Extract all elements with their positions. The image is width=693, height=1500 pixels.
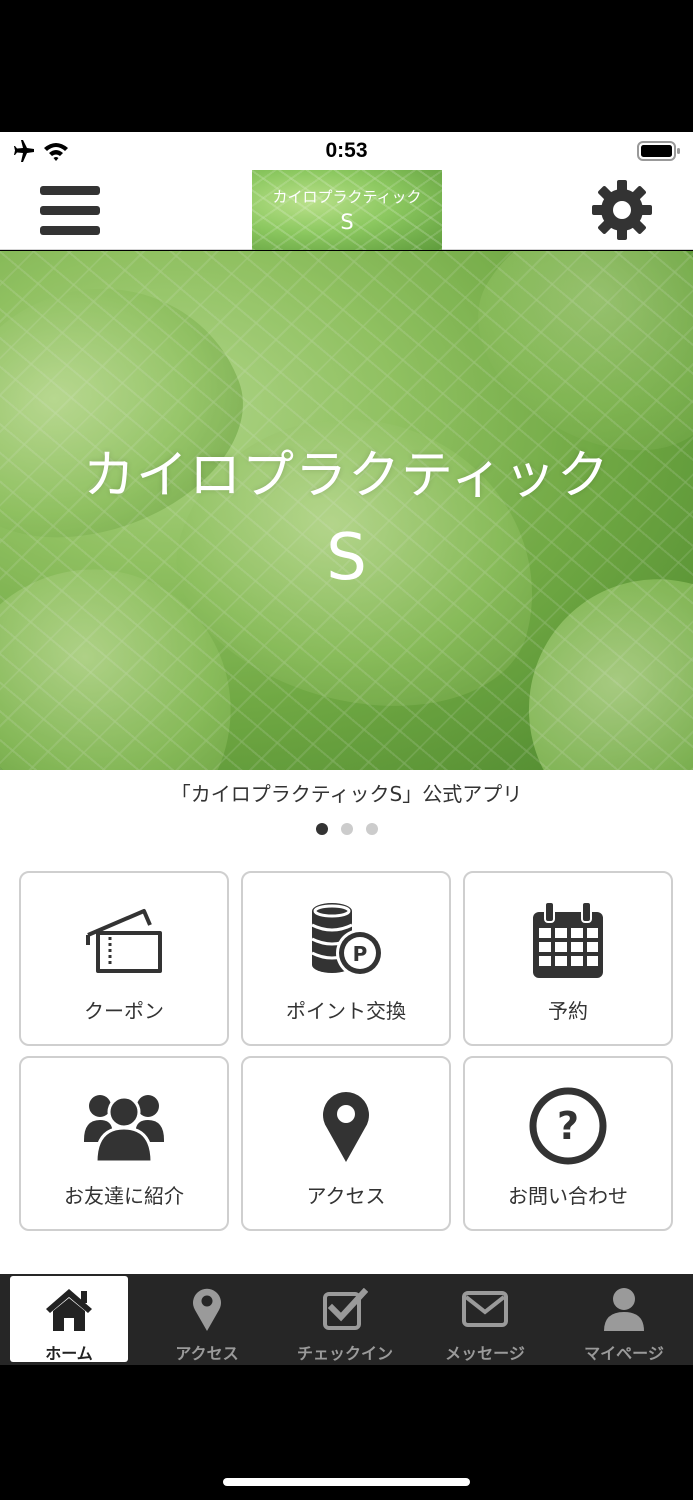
tile-coupon[interactable]: クーポン <box>19 871 229 1046</box>
header-logo[interactable]: カイロプラクティック S <box>252 170 442 250</box>
user-icon <box>604 1288 644 1331</box>
svg-text:P: P <box>353 942 368 966</box>
svg-text:?: ? <box>557 1104 579 1148</box>
hero-caption: 「カイロプラクティックS」公式アプリ <box>170 782 523 806</box>
tab-label: ホーム <box>45 1344 93 1363</box>
home-icon <box>46 1289 92 1331</box>
tile-label: ポイント交換 <box>286 999 406 1023</box>
envelope-icon <box>462 1291 508 1327</box>
status-bar: 0:53 <box>0 132 693 170</box>
home-indicator[interactable] <box>223 1478 470 1486</box>
hero-banner[interactable]: カイロプラクティック S <box>0 251 693 770</box>
logo-title: カイロプラクティック <box>272 188 422 206</box>
carousel-dot[interactable] <box>315 823 328 835</box>
tab-label: チェックイン <box>296 1344 393 1363</box>
tile-reservation[interactable]: 予約 <box>463 871 673 1046</box>
map-pin-icon <box>193 1288 221 1331</box>
calendar-icon <box>533 902 603 978</box>
tile-label: クーポン <box>84 999 164 1023</box>
tab-label: アクセス <box>175 1344 239 1363</box>
top-bezel <box>0 0 693 132</box>
hamburger-bar <box>40 226 100 235</box>
tab-checkin[interactable]: チェックイン <box>286 1276 404 1363</box>
hamburger-bar <box>40 206 100 215</box>
tile-contact[interactable]: ? お問い合わせ <box>463 1056 673 1231</box>
tile-label: お友達に紹介 <box>64 1184 184 1208</box>
hamburger-icon <box>40 186 100 195</box>
main-content: 「カイロプラクティックS」公式アプリ クーポン P ポイント交換 予約 お友達に… <box>0 770 693 1274</box>
users-icon <box>84 1095 164 1162</box>
question-icon: ? <box>529 1087 607 1165</box>
gear-icon <box>592 180 652 240</box>
tab-label: メッセージ <box>445 1344 525 1363</box>
logo-subtitle: S <box>340 210 354 234</box>
hero-subtitle: S <box>326 521 367 595</box>
tab-message[interactable]: メッセージ <box>426 1276 544 1363</box>
checkbox-icon <box>323 1288 368 1330</box>
status-time: 0:53 <box>325 139 368 162</box>
tile-label: アクセス <box>306 1184 386 1208</box>
tab-bar: ホーム アクセス チェックイン メッセージ マイページ <box>0 1274 693 1365</box>
tile-access[interactable]: アクセス <box>241 1056 451 1231</box>
tab-access[interactable]: アクセス <box>148 1276 266 1363</box>
tile-refer-friend[interactable]: お友達に紹介 <box>19 1056 229 1231</box>
tile-label: お問い合わせ <box>508 1184 628 1208</box>
coins-icon: P <box>311 903 384 977</box>
menu-button[interactable] <box>38 184 102 238</box>
carousel-indicator <box>0 823 693 835</box>
carousel-dot[interactable] <box>365 823 378 835</box>
settings-button[interactable] <box>589 178 655 242</box>
tile-point-exchange[interactable]: P ポイント交換 <box>241 871 451 1046</box>
tab-mypage[interactable]: マイページ <box>565 1276 683 1363</box>
hero-shade <box>0 251 693 770</box>
tab-label: マイページ <box>584 1344 664 1363</box>
tile-label: 予約 <box>548 999 588 1023</box>
map-pin-icon <box>323 1092 369 1162</box>
hero-title: カイロプラクティック <box>83 446 610 506</box>
ticket-icon <box>86 909 162 973</box>
carousel-dot[interactable] <box>340 823 353 835</box>
battery-icon <box>637 141 681 165</box>
tab-home[interactable]: ホーム <box>10 1276 128 1363</box>
nav-bar: カイロプラクティック S <box>0 170 693 250</box>
